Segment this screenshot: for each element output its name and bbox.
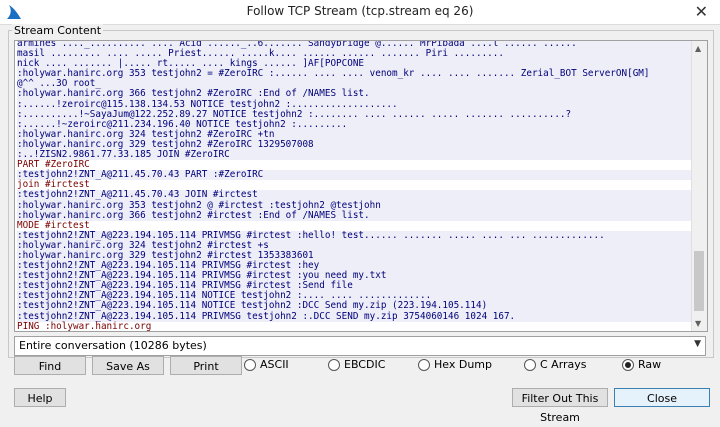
server-stream-line: :..!ZISN2.9861.77.33.185 JOIN #ZeroIRC [17,150,691,160]
chevron-down-icon[interactable]: ▼ [694,339,701,349]
close-icon[interactable]: ✕ [695,2,708,21]
scroll-down-icon[interactable]: ▼ [695,319,701,328]
radio-ebcdic[interactable] [328,359,340,371]
vertical-scrollbar[interactable]: ▲ ▼ [691,41,707,331]
find-button[interactable]: Find [14,356,86,375]
filter-out-stream-button[interactable]: Filter Out This Stream [512,388,608,407]
title-bar: Follow TCP Stream (tcp.stream eq 26) ✕ [0,0,720,25]
conversation-select-value: Entire conversation (10286 bytes) [19,339,207,352]
radio-c-arrays-label: C Arrays [540,358,587,371]
server-stream-line: :holywar.hanirc.org 353 testjohn2 = #Zer… [17,69,691,79]
server-stream-line: :testjohn2!ZNT_A@211.45.70.43 PART :#Zer… [17,170,691,180]
radio-raw[interactable] [622,359,634,371]
server-stream-line: :holywar.hanirc.org 366 testjohn2 #ircte… [17,211,691,221]
radio-ascii[interactable] [244,359,256,371]
scroll-up-icon[interactable]: ▲ [695,44,701,53]
stream-text[interactable]: armines ...._.......... .... Acid ......… [17,40,691,332]
conversation-select[interactable]: Entire conversation (10286 bytes) ▼ [14,336,706,356]
print-button[interactable]: Print [170,356,242,375]
group-label: Stream Content [12,24,103,37]
scroll-thumb[interactable] [694,251,704,311]
radio-hex-dump[interactable] [418,359,430,371]
radio-c-arrays[interactable] [524,359,536,371]
radio-ascii-label: ASCII [260,358,289,371]
window-title: Follow TCP Stream (tcp.stream eq 26) [0,4,720,18]
server-stream-line: :testjohn2!ZNT_A@211.45.70.43 JOIN #irct… [17,190,691,200]
help-button[interactable]: Help [14,388,66,407]
stream-content-area[interactable]: armines ...._.......... .... Acid ......… [14,40,708,332]
save-as-button[interactable]: Save As [92,356,164,375]
radio-raw-label: Raw [638,358,661,371]
close-button[interactable]: Close [614,388,710,407]
radio-hex-dump-label: Hex Dump [434,358,492,371]
radio-ebcdic-label: EBCDIC [344,358,385,371]
